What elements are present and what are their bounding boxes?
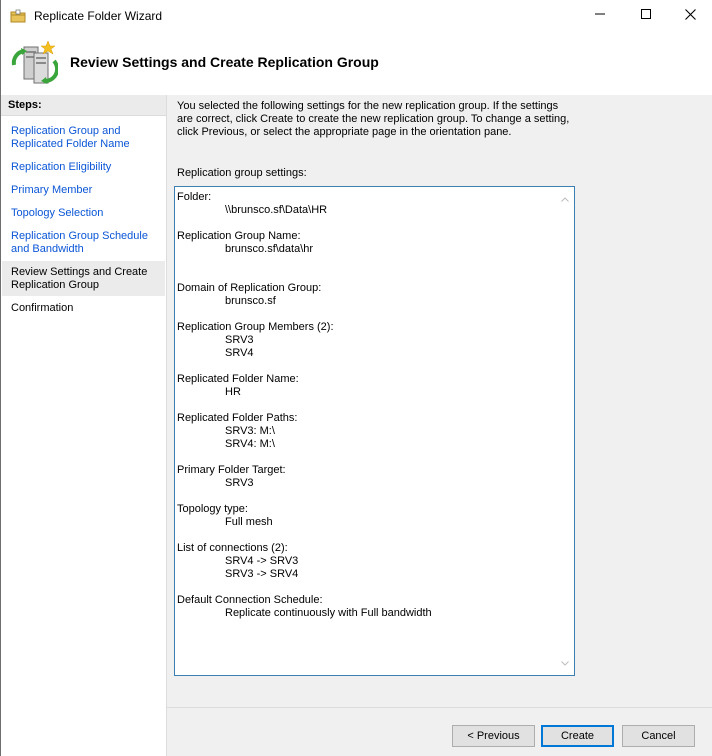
setting-label: Primary Folder Target:: [177, 464, 286, 476]
setting-value: brunsco.sf: [225, 295, 276, 307]
intro-text: You selected the following settings for …: [177, 100, 570, 138]
setting-label: List of connections (2):: [177, 542, 288, 554]
setting-value: SRV3: [225, 477, 254, 489]
setting-label: Replicated Folder Paths:: [177, 412, 298, 424]
setting-label: Replicated Folder Name:: [177, 373, 299, 385]
wizard-header: Review Settings and Create Replication G…: [1, 31, 712, 95]
minimize-icon: [595, 9, 605, 22]
step-topology-selection[interactable]: Topology Selection: [11, 207, 156, 220]
step-review-settings[interactable]: Review Settings and Create Replication G…: [11, 266, 156, 292]
title-bar[interactable]: Replicate Folder Wizard: [1, 0, 712, 31]
steps-pane: Steps: Replication Group and Replicated …: [1, 95, 167, 756]
setting-label: Replication Group Name:: [177, 230, 301, 242]
steps-title: Steps:: [8, 99, 42, 111]
setting-value: \\brunsco.sf\Data\HR: [225, 204, 328, 216]
setting-connections: List of connections (2): SRV4 -> SRV3 SR…: [177, 542, 298, 581]
setting-label: Replication Group Members (2):: [177, 321, 334, 333]
step-schedule-bandwidth[interactable]: Replication Group Schedule and Bandwidth: [11, 230, 156, 256]
vertical-scrollbar[interactable]: [557, 187, 574, 675]
minimize-button[interactable]: [577, 0, 623, 31]
replication-servers-icon: [10, 39, 60, 87]
window-title: Replicate Folder Wizard: [34, 9, 163, 23]
step-confirmation: Confirmation: [11, 302, 74, 314]
previous-button[interactable]: < Previous: [452, 725, 535, 747]
create-button[interactable]: Create: [541, 725, 614, 747]
footer-separator: [167, 707, 712, 708]
setting-value: brunsco.sf\data\hr: [225, 243, 314, 255]
setting-label: Topology type:: [177, 503, 248, 515]
close-icon: [684, 8, 696, 23]
setting-label: Domain of Replication Group:: [177, 282, 322, 294]
setting-topology: Topology type: Full mesh: [177, 503, 273, 529]
step-replication-group-name[interactable]: Replication Group and Replicated Folder …: [11, 125, 156, 151]
setting-group-name: Replication Group Name: brunsco.sf\data\…: [177, 230, 313, 256]
setting-value: SRV3: [225, 334, 254, 346]
steps-header: Steps:: [1, 95, 166, 116]
step-primary-member[interactable]: Primary Member: [11, 184, 156, 197]
wizard-window: Replicate Folder Wizard Review Settings …: [0, 0, 712, 756]
setting-value: SRV3: M:\: [225, 425, 275, 437]
setting-schedule: Default Connection Schedule: Replicate c…: [177, 594, 432, 620]
close-button[interactable]: [667, 0, 712, 31]
setting-value: SRV3 -> SRV4: [225, 568, 299, 580]
main-pane: You selected the following settings for …: [167, 95, 712, 756]
setting-domain: Domain of Replication Group: brunsco.sf: [177, 282, 321, 308]
setting-label: Folder:: [177, 191, 212, 203]
setting-members: Replication Group Members (2): SRV3 SRV4: [177, 321, 334, 360]
setting-value: SRV4: M:\: [225, 438, 275, 450]
settings-textbox[interactable]: Folder: \\brunsco.sf\Data\HR Replication…: [174, 186, 575, 676]
setting-value: Replicate continuously with Full bandwid…: [225, 607, 432, 619]
maximize-button[interactable]: [623, 0, 669, 31]
scroll-down-icon[interactable]: [561, 657, 569, 669]
setting-value: HR: [225, 386, 241, 398]
scroll-up-icon[interactable]: [561, 193, 569, 205]
setting-folder-paths: Replicated Folder Paths: SRV3: M:\ SRV4:…: [177, 412, 297, 451]
page-title: Review Settings and Create Replication G…: [70, 54, 379, 70]
setting-primary-target: Primary Folder Target: SRV3: [177, 464, 286, 490]
cancel-button[interactable]: Cancel: [622, 725, 695, 747]
setting-folder: Folder: \\brunsco.sf\Data\HR: [177, 191, 327, 217]
step-replication-eligibility[interactable]: Replication Eligibility: [11, 161, 156, 174]
setting-label: Default Connection Schedule:: [177, 594, 323, 606]
setting-folder-name: Replicated Folder Name: HR: [177, 373, 299, 399]
maximize-icon: [641, 9, 651, 22]
setting-value: Full mesh: [225, 516, 273, 528]
settings-label: Replication group settings:: [177, 167, 307, 179]
setting-value: SRV4: [225, 347, 254, 359]
setting-value: SRV4 -> SRV3: [225, 555, 299, 567]
app-folder-icon: [10, 8, 26, 24]
